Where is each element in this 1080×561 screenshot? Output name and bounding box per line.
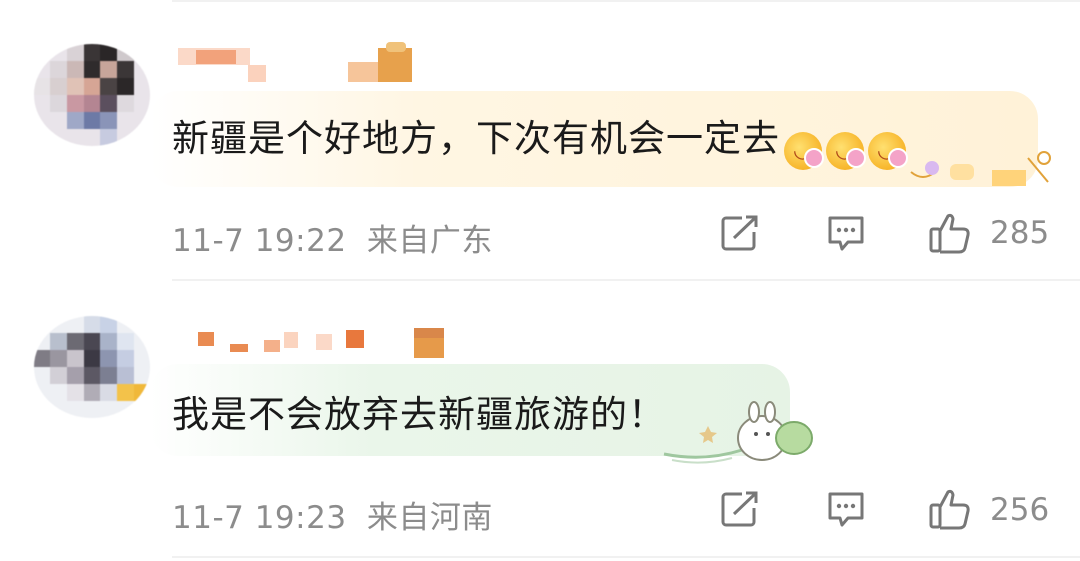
- avatar[interactable]: [34, 316, 150, 418]
- like-button[interactable]: [928, 488, 972, 530]
- bubble-decoration: [906, 150, 1056, 199]
- reply-button[interactable]: [826, 214, 866, 252]
- like-count: 285: [990, 215, 1050, 251]
- thumbs-up-icon: [929, 213, 970, 254]
- comment-text: 新疆是个好地方，下次有机会一定去 ◡ ◡ ◡: [172, 108, 908, 170]
- avatar[interactable]: [34, 44, 150, 146]
- reply-button[interactable]: [826, 490, 866, 528]
- comment-icon: [828, 216, 864, 251]
- comment-text: 我是不会放弃去新疆旅游的！: [172, 393, 666, 436]
- comment-location: 来自河南: [366, 500, 493, 536]
- share-button[interactable]: [720, 490, 760, 528]
- like-count: 256: [990, 492, 1050, 528]
- flower-smile-emoji-icon: ◡: [784, 132, 824, 170]
- like-button[interactable]: [928, 212, 972, 254]
- bottom-divider: [172, 556, 1080, 558]
- username-blurred[interactable]: [178, 42, 428, 84]
- comment-item: 我是不会放弃去新疆旅游的！ 11-7 19:23 来自河南 256: [0, 280, 1080, 561]
- share-button[interactable]: [720, 214, 760, 252]
- bubble-decoration: [660, 398, 820, 472]
- username-blurred[interactable]: [178, 328, 458, 364]
- thumbs-up-icon: [929, 489, 970, 530]
- comment-time: 11-7 19:22: [172, 223, 347, 259]
- flower-smile-emoji-icon: ◡: [826, 132, 866, 170]
- share-icon: [721, 215, 758, 251]
- comment-meta: 11-7 19:22 来自广东: [172, 215, 493, 260]
- flower-smile-emoji-icon: ◡: [868, 132, 908, 170]
- comment-time: 11-7 19:23: [172, 500, 347, 536]
- comment-meta: 11-7 19:23 来自河南: [172, 492, 493, 537]
- comment-location: 来自广东: [366, 223, 493, 259]
- comment-text-content: 新疆是个好地方，下次有机会一定去: [172, 117, 780, 160]
- comment-icon: [828, 492, 864, 527]
- share-icon: [721, 491, 758, 527]
- comment-item: 新疆是个好地方，下次有机会一定去 ◡ ◡ ◡ 11-7 19:22 来自广东 285: [0, 0, 1080, 280]
